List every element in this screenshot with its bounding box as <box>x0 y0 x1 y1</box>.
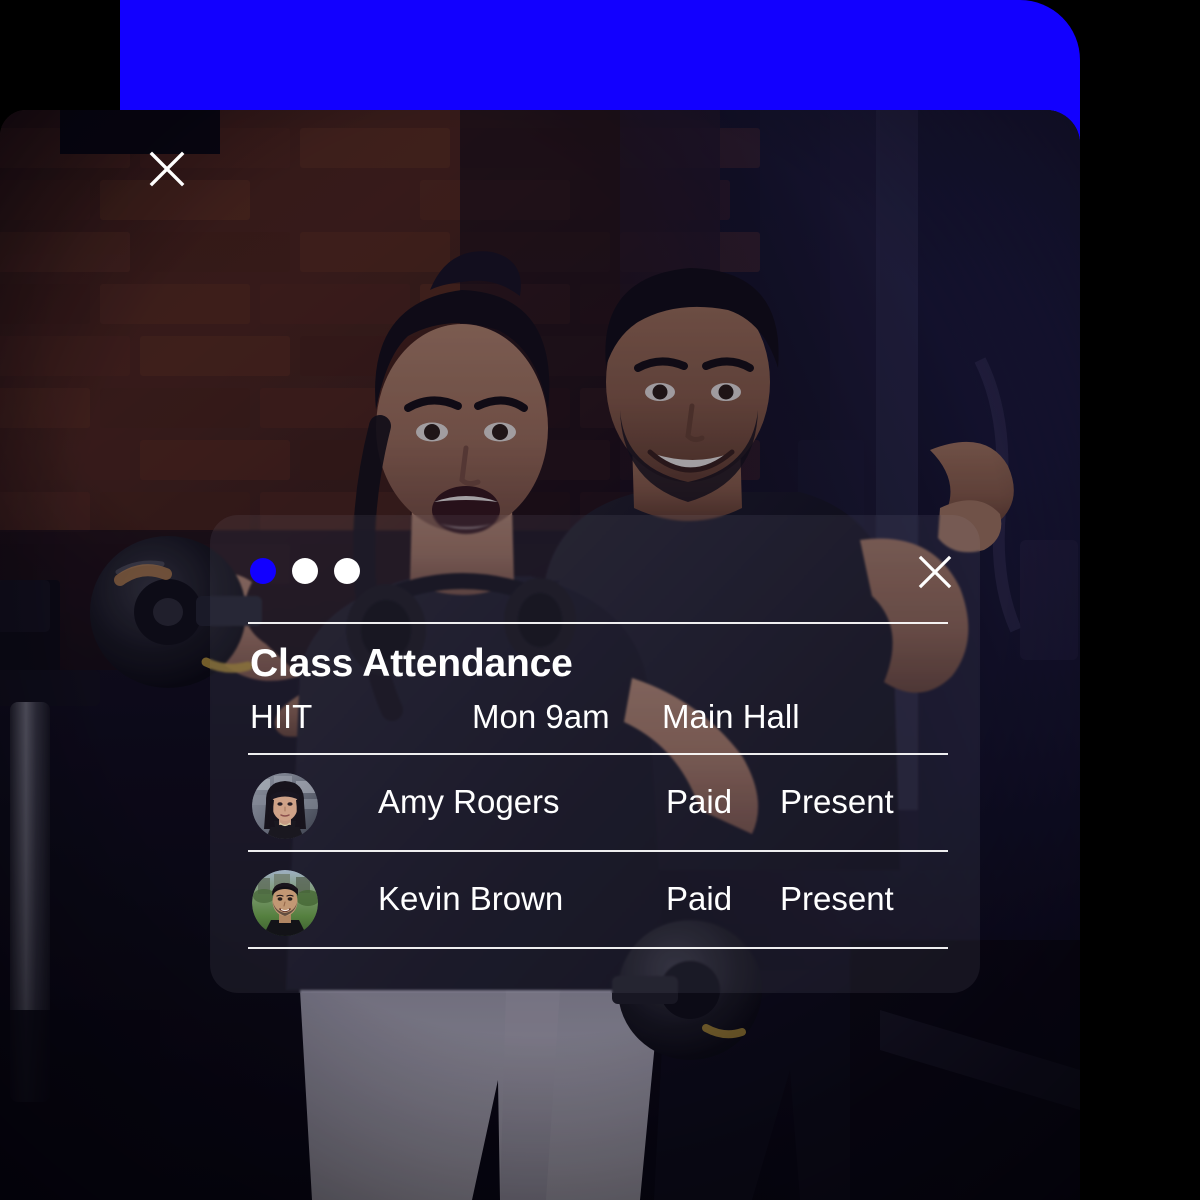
class-location: Main Hall <box>662 698 800 735</box>
class-attendance-card: Class Attendance HIIT Mon 9am Main Hall <box>210 515 980 993</box>
avatar-amy-rogers <box>252 773 318 839</box>
attendee-payment-status: Paid <box>666 880 733 917</box>
avatar <box>252 773 318 839</box>
divider-top <box>248 622 948 624</box>
pager-dots <box>250 558 360 584</box>
pager-dot-3[interactable] <box>334 558 360 584</box>
pager-dot-2[interactable] <box>292 558 318 584</box>
divider-header <box>248 753 948 755</box>
table-row[interactable]: Kevin Brown Paid Present <box>248 854 952 950</box>
attendee-attendance-status: Present <box>780 783 894 820</box>
attendee-name: Kevin Brown <box>378 880 564 917</box>
card-title: Class Attendance <box>250 642 573 685</box>
attendee-name: Amy Rogers <box>378 783 560 820</box>
class-name: HIIT <box>250 698 313 735</box>
divider-middle <box>248 850 948 852</box>
avatar-kevin-brown <box>252 870 318 936</box>
close-icon <box>149 151 185 187</box>
class-schedule: Mon 9am <box>472 698 610 735</box>
photo-close-button[interactable] <box>147 149 187 189</box>
table-row[interactable]: Amy Rogers Paid Present <box>248 757 952 853</box>
attendee-payment-status: Paid <box>666 783 733 820</box>
pager-dot-1[interactable] <box>250 558 276 584</box>
avatar <box>252 870 318 936</box>
divider-bottom <box>248 947 948 949</box>
class-meta-row: HIIT Mon 9am Main Hall <box>250 698 950 742</box>
screenshot-stage: Class Attendance HIIT Mon 9am Main Hall <box>0 0 1200 1200</box>
card-close-button[interactable] <box>916 553 954 591</box>
attendee-attendance-status: Present <box>780 880 894 917</box>
close-icon <box>918 555 952 589</box>
